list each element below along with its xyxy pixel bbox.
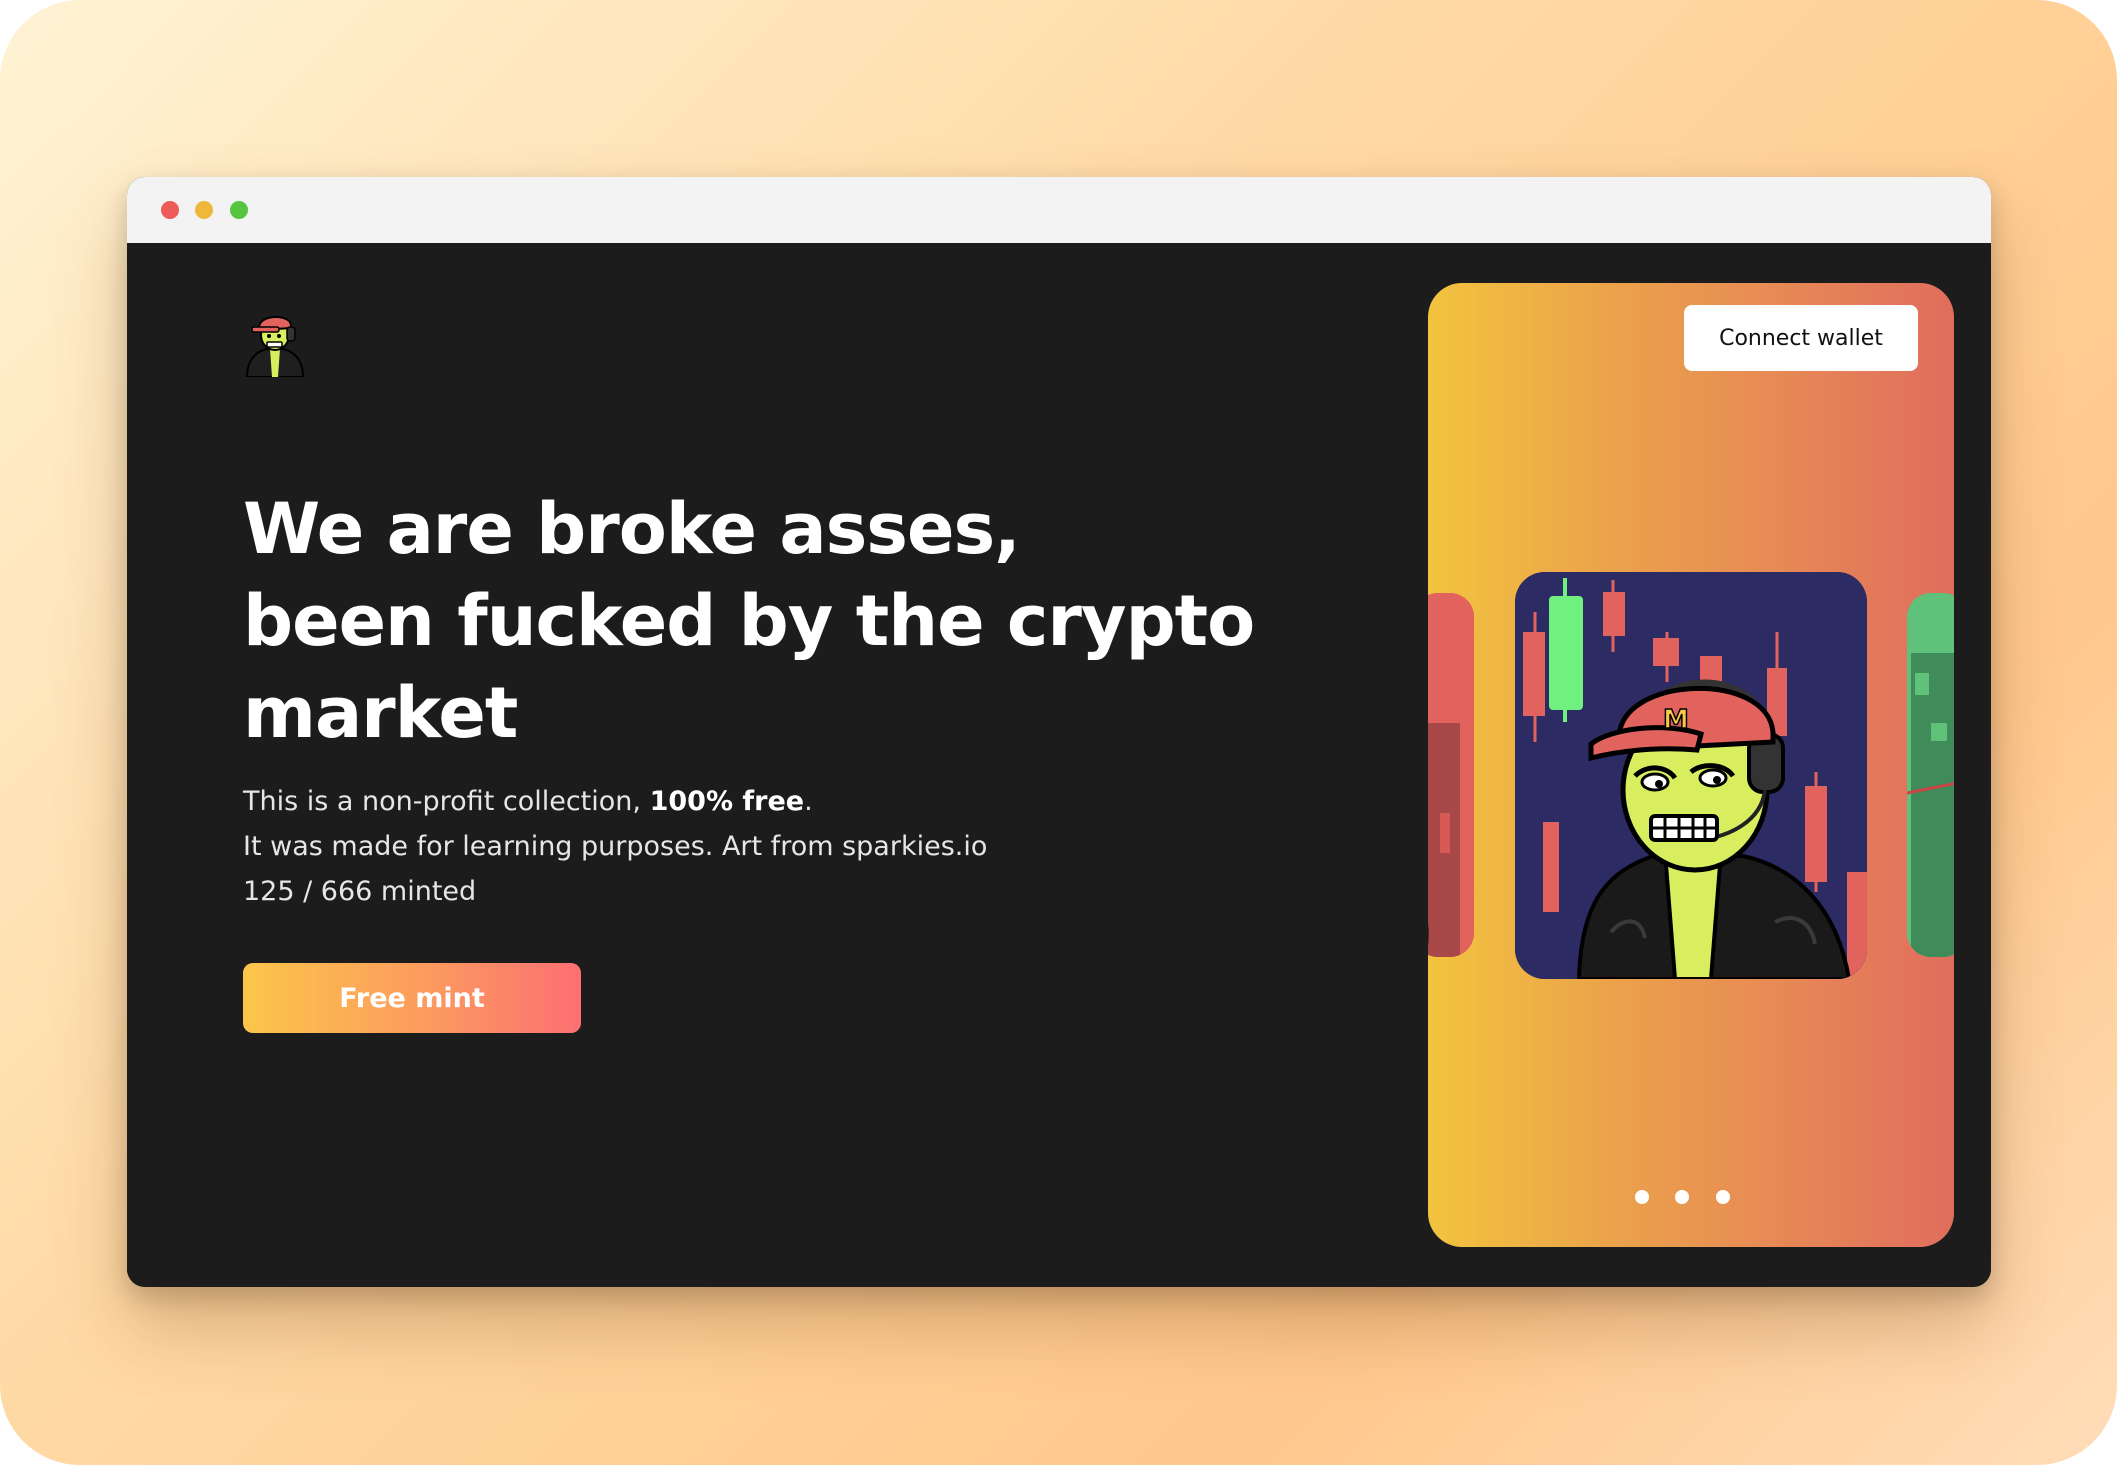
headline-line: We are broke asses,: [243, 488, 1021, 570]
minted-counter: 125 / 666 minted: [243, 876, 477, 907]
showcase-background: We are broke asses, been fucked by the c…: [0, 0, 2117, 1465]
character-avatar-icon[interactable]: [243, 303, 307, 377]
carousel-card-previous[interactable]: [1428, 593, 1474, 957]
svg-text:M: M: [1663, 705, 1689, 735]
carousel-dot-1[interactable]: [1635, 1190, 1649, 1204]
previous-art-image: [1428, 593, 1474, 957]
window-titlebar: [127, 177, 1991, 243]
headline-line: market: [243, 672, 518, 754]
character-art-image: M: [1515, 572, 1867, 979]
headline-line: been fucked by the crypto: [243, 580, 1255, 662]
connect-wallet-button[interactable]: Connect wallet: [1684, 305, 1918, 371]
hero-headline: We are broke asses, been fucked by the c…: [243, 483, 1343, 759]
hero-description: This is a non-profit collection, 100% fr…: [243, 779, 1143, 914]
carousel-dot-2[interactable]: [1675, 1190, 1689, 1204]
description-line: This is a non-profit collection, 100% fr…: [243, 779, 1143, 824]
close-window-dot[interactable]: [161, 201, 179, 219]
free-highlight: 100% free: [649, 786, 805, 817]
maximize-window-dot[interactable]: [230, 201, 248, 219]
carousel-card-active[interactable]: M: [1515, 572, 1867, 979]
next-art-image: [1907, 593, 1954, 957]
free-mint-button[interactable]: Free mint: [243, 963, 581, 1033]
landing-page: We are broke asses, been fucked by the c…: [127, 243, 1991, 1287]
minimize-window-dot[interactable]: [195, 201, 213, 219]
browser-window: We are broke asses, been fucked by the c…: [127, 177, 1991, 1287]
gallery-panel: Connect wallet M: [1428, 283, 1954, 1247]
description-period: .: [804, 786, 813, 817]
carousel-dot-3[interactable]: [1716, 1190, 1730, 1204]
carousel-card-next[interactable]: [1907, 593, 1954, 957]
carousel-pagination: [1428, 1187, 1954, 1207]
description-line: It was made for learning purposes. Art f…: [243, 831, 988, 862]
description-text: This is a non-profit collection,: [243, 786, 650, 817]
